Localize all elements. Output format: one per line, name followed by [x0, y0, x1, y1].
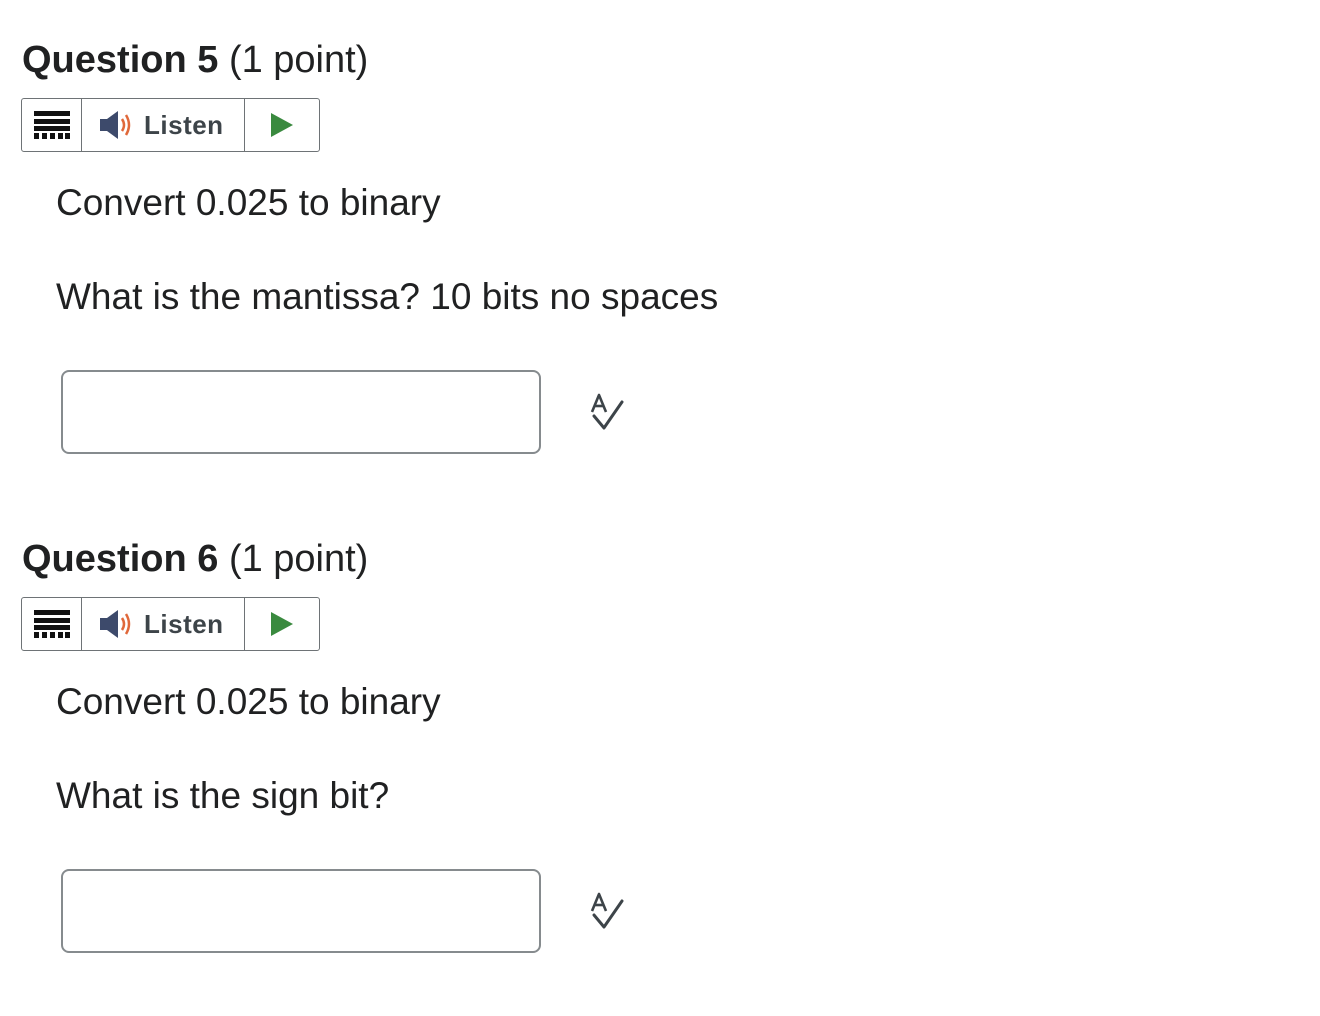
listen-menu-button[interactable] [22, 598, 82, 650]
speaker-icon [100, 610, 131, 638]
answer-input[interactable] [61, 869, 541, 953]
listen-toolbar: Listen [21, 597, 320, 651]
question-text-line: What is the sign bit? [56, 775, 390, 816]
question-points: (1 point) [228, 538, 369, 580]
hamburger-menu-icon [33, 111, 70, 139]
question-title: Question 5 (1 point) [22, 38, 368, 82]
speaker-icon [100, 111, 131, 139]
listen-button[interactable]: Listen [82, 99, 245, 151]
play-icon [271, 113, 293, 137]
listen-menu-button[interactable] [22, 99, 82, 151]
listen-toolbar: Listen [21, 98, 320, 152]
hamburger-menu-icon [33, 610, 70, 638]
play-button[interactable] [245, 598, 319, 650]
question-text-line: Convert 0.025 to binary [56, 182, 441, 223]
question-number: Question 6 [22, 538, 219, 580]
question-title: Question 6 (1 point) [22, 537, 368, 581]
play-icon [271, 612, 293, 636]
question-text-line: Convert 0.025 to binary [56, 681, 441, 722]
listen-label: Listen [144, 109, 224, 140]
question-points: (1 point) [228, 39, 369, 81]
spell-check-icon[interactable] [586, 392, 628, 432]
spell-check-icon[interactable] [586, 891, 628, 931]
listen-button[interactable]: Listen [82, 598, 245, 650]
question-text-line: What is the mantissa? 10 bits no spaces [56, 276, 719, 317]
listen-label: Listen [144, 608, 224, 639]
play-button[interactable] [245, 99, 319, 151]
answer-input[interactable] [61, 370, 541, 454]
question-number: Question 5 [22, 39, 219, 81]
